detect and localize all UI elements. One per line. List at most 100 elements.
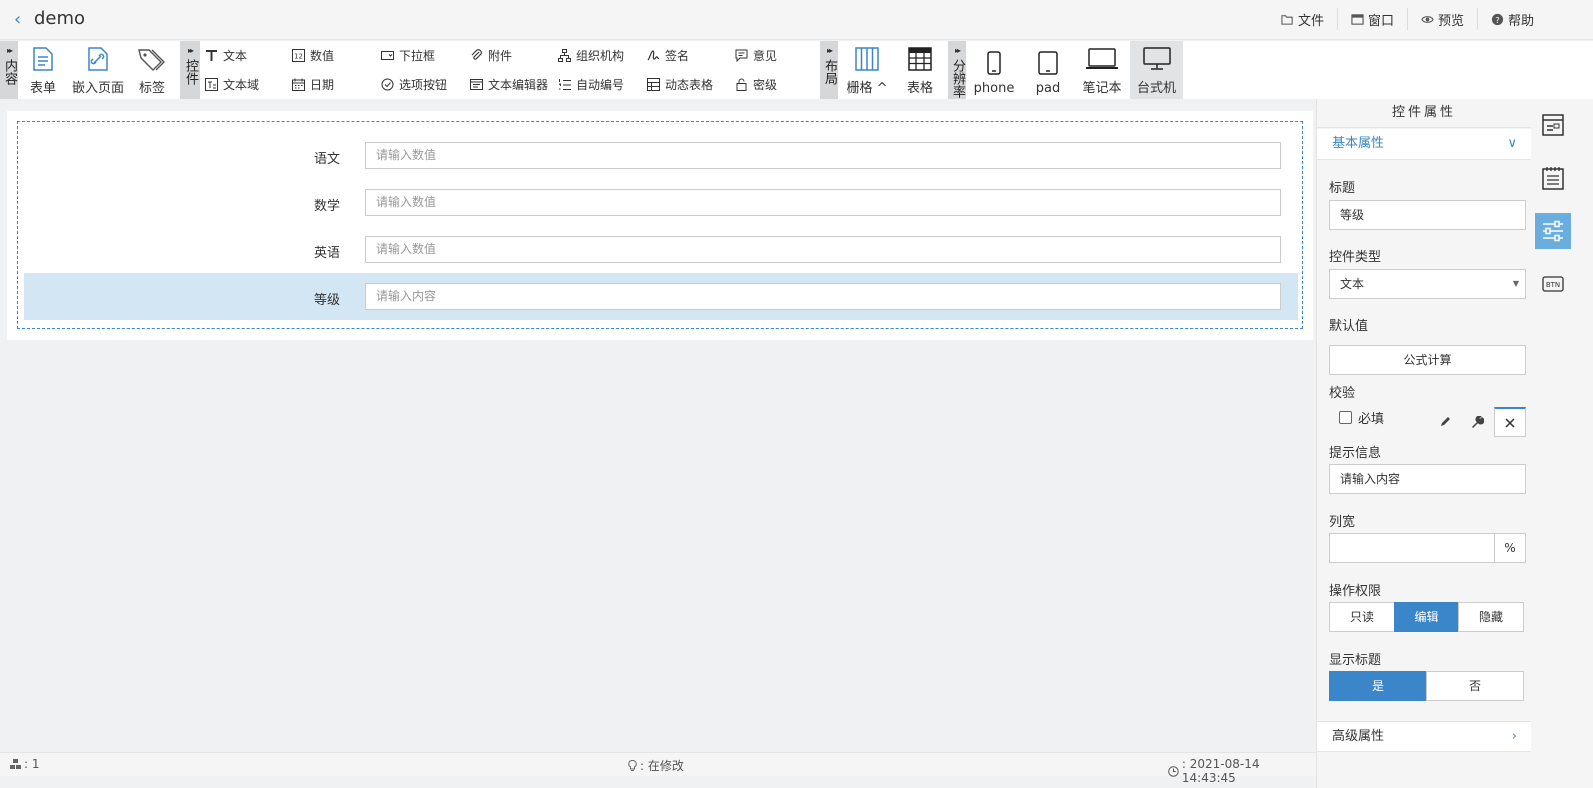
sliders-icon (1543, 220, 1563, 242)
form-row-selected[interactable]: 等级 请输入内容 (24, 273, 1298, 320)
back-chevron-icon[interactable]: ‹ (14, 10, 21, 30)
expand-arrows-icon: ▸▸ (6, 46, 13, 55)
required-checkbox-row[interactable]: 必填 (1339, 408, 1384, 427)
show-title-no-button[interactable]: 否 (1426, 671, 1524, 701)
rail-notes-button[interactable] (1535, 160, 1571, 196)
lightbulb-icon (628, 759, 637, 771)
hint-input[interactable]: 请输入内容 (1329, 464, 1526, 494)
rail-properties-button[interactable] (1535, 213, 1571, 249)
show-title-yes-button[interactable]: 是 (1329, 671, 1427, 701)
notepad-icon (1542, 167, 1564, 190)
window-icon (1351, 13, 1364, 25)
control-textarea[interactable]: 文本域 (205, 76, 259, 93)
text-editor-icon (470, 79, 483, 90)
menu-help[interactable]: ? 帮助 (1476, 8, 1547, 30)
group-tab-resolution[interactable]: ▸▸ 分辨率 (948, 41, 966, 99)
table-icon (908, 47, 932, 71)
edit-default-button[interactable] (1429, 407, 1461, 437)
toolbar-item-table[interactable]: 表格 (902, 41, 938, 99)
control-signature-label: 签名 (665, 49, 690, 63)
rail-layout-button[interactable] (1535, 107, 1571, 143)
permission-hidden-button[interactable]: 隐藏 (1458, 602, 1524, 632)
expand-arrows-icon: ▸▸ (826, 46, 833, 55)
column-width-unit: % (1494, 533, 1526, 563)
menu-window[interactable]: 窗口 (1336, 8, 1407, 30)
menu-file[interactable]: 文件 (1268, 8, 1337, 30)
control-text[interactable]: 文本 (205, 47, 247, 64)
menu-file-label: 文件 (1297, 13, 1324, 29)
advanced-properties-section[interactable]: 高级属性 › (1317, 721, 1531, 752)
paperclip-icon (471, 49, 482, 60)
control-attachment[interactable]: 附件 (470, 47, 512, 64)
resolution-laptop[interactable]: 笔记本 (1076, 41, 1128, 99)
lock-icon (736, 78, 747, 91)
control-date-label: 日期 (310, 78, 335, 92)
control-date[interactable]: 日期 (292, 76, 334, 93)
toolbar-item-grid[interactable]: 栅格 ^ (842, 41, 892, 99)
status-state: : 在修改 (628, 757, 684, 774)
title-input[interactable]: 等级 (1329, 200, 1526, 230)
panel-title: 控件属性 (1317, 99, 1531, 128)
form-row[interactable]: 语文 请输入数值 (24, 132, 1298, 179)
resolution-desktop[interactable]: 台式机 (1130, 41, 1183, 99)
svg-text:12: 12 (294, 53, 303, 61)
formula-default-button[interactable] (1494, 407, 1526, 437)
cubes-icon (10, 758, 21, 769)
permission-edit-button[interactable]: 编辑 (1394, 602, 1459, 632)
status-time-text: : 2021-08-14 14:43:45 (1181, 757, 1260, 785)
toolbar-item-tags-label: 标签 (138, 81, 165, 96)
wrench-default-button[interactable] (1461, 407, 1493, 437)
comment-icon (735, 49, 748, 62)
calendar-icon (292, 78, 305, 91)
field-input[interactable]: 请输入数值 (365, 189, 1281, 216)
group-tab-content-label: 内容 (2, 59, 17, 85)
basic-properties-label: 基本属性 (1332, 136, 1385, 151)
control-number[interactable]: 12 数值 (292, 47, 334, 64)
control-type-select[interactable]: 文本 ▼ (1329, 269, 1526, 299)
permission-readonly-button[interactable]: 只读 (1329, 602, 1395, 632)
toolbar-item-table-label: 表格 (906, 81, 933, 96)
resolution-phone[interactable]: phone (970, 41, 1018, 99)
control-option-button-label: 选项按钮 (399, 78, 448, 92)
control-dynamic-table[interactable]: 动态表格 (647, 76, 713, 93)
toolbar-item-tags[interactable]: 标签 (134, 41, 170, 99)
rail-button-settings[interactable]: BTN (1535, 266, 1571, 302)
formula-calc-button[interactable]: 公式计算 (1329, 345, 1526, 375)
control-dropdown-label: 下拉框 (399, 49, 436, 63)
resolution-phone-label: phone (973, 81, 1015, 96)
basic-properties-section[interactable]: 基本属性 ∨ (1317, 129, 1531, 160)
control-text-editor[interactable]: 文本编辑器 (470, 76, 548, 93)
control-dropdown[interactable]: 下拉框 (381, 47, 435, 64)
control-option-button[interactable]: 选项按钮 (381, 76, 447, 93)
resolution-laptop-label: 笔记本 (1082, 81, 1122, 96)
group-tab-layout[interactable]: ▸▸ 布局 (820, 41, 838, 99)
toolbar-item-embed-page[interactable]: 嵌入页面 (68, 41, 128, 99)
menu-preview[interactable]: 预览 (1406, 8, 1477, 30)
dropdown-icon (381, 51, 394, 60)
field-input[interactable]: 请输入数值 (365, 142, 1281, 169)
control-organization[interactable]: 组织机构 (558, 47, 624, 64)
field-label: 数学 (313, 199, 340, 214)
list-numbered-icon (559, 79, 571, 90)
field-input[interactable]: 请输入内容 (365, 283, 1281, 310)
form-row[interactable]: 英语 请输入数值 (24, 226, 1298, 273)
form-row[interactable]: 数学 请输入数值 (24, 179, 1298, 226)
control-security-level[interactable]: 密级 (735, 76, 777, 93)
control-comment[interactable]: 意见 (735, 47, 777, 64)
column-width-input[interactable] (1329, 533, 1495, 563)
control-auto-number[interactable]: 自动编号 (558, 76, 624, 93)
group-tab-content[interactable]: ▸▸ 内容 (0, 41, 18, 99)
form-container[interactable]: 语文 请输入数值 数学 请输入数值 英语 请输入数值 等级 请输入内容 (17, 121, 1303, 329)
group-tab-controls[interactable]: ▸▸ 控件 (180, 41, 200, 99)
field-label: 语文 (313, 152, 340, 167)
expand-arrows-icon: ▸▸ (954, 46, 961, 55)
resolution-pad[interactable]: pad (1028, 41, 1068, 99)
field-input[interactable]: 请输入数值 (365, 236, 1281, 263)
group-tab-layout-label: 布局 (822, 59, 837, 85)
toolbar-item-form[interactable]: 表单 (26, 41, 60, 99)
toolbar: ▸▸ 内容 表单 嵌入页面 标签 ▸▸ 控件 文本 12 数值 下拉框 附件 组… (0, 41, 1593, 99)
menu-window-label: 窗口 (1367, 13, 1394, 29)
control-signature[interactable]: 签名 (647, 47, 689, 64)
form-document-icon (33, 47, 53, 71)
required-checkbox[interactable] (1339, 411, 1352, 424)
